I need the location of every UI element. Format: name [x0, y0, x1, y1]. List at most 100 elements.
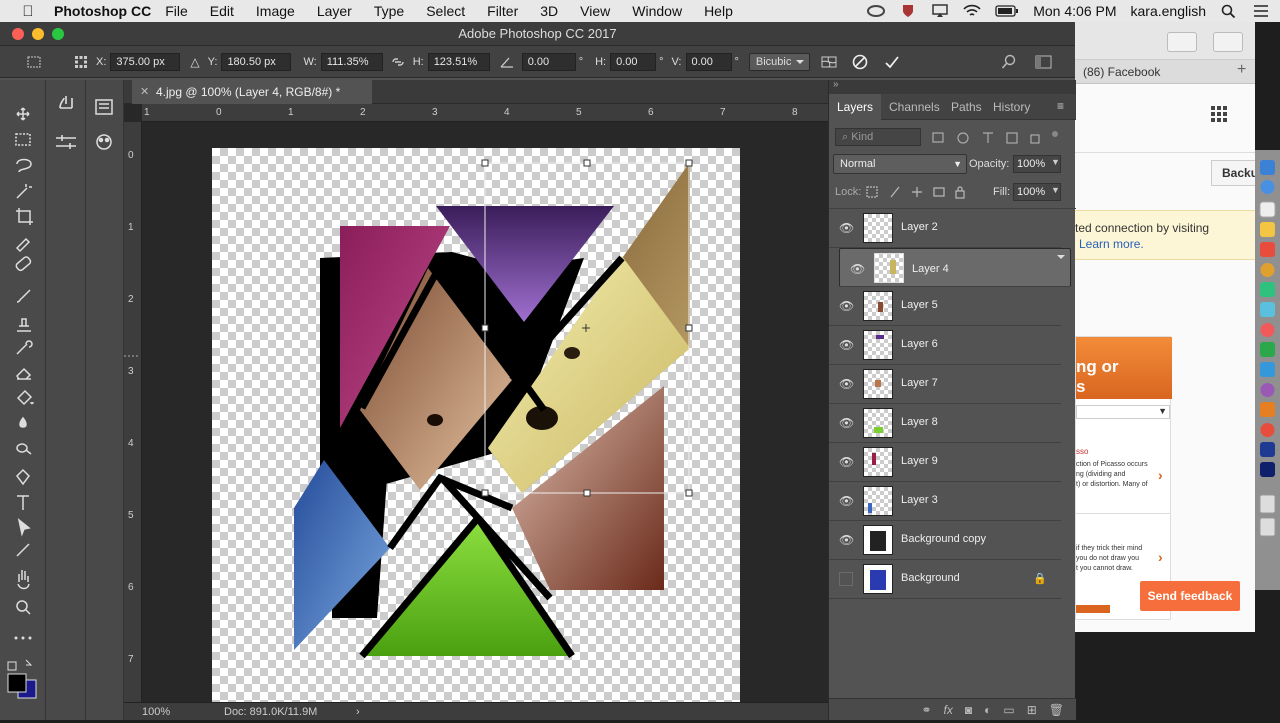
add-mask-icon[interactable]: ◙: [965, 703, 972, 717]
link-layers-icon[interactable]: ⚭: [921, 703, 931, 717]
properties-icons[interactable]: [86, 80, 124, 160]
adjustment-layer-icon[interactable]: ◐: [984, 703, 991, 717]
layer-row-layer-8[interactable]: 👁 Layer 8: [829, 404, 1061, 443]
visibility-eye-icon[interactable]: 👁: [839, 494, 855, 508]
visibility-eye-icon[interactable]: 👁: [839, 455, 855, 469]
h-skew-field[interactable]: 0.00: [610, 52, 657, 71]
tabs-button[interactable]: [1213, 32, 1243, 52]
filter-kind-select[interactable]: ⌕ Kind: [835, 128, 921, 146]
blend-mode-select[interactable]: Normal ▼: [833, 154, 967, 174]
menu-image[interactable]: Image: [256, 3, 295, 19]
collapse-icon[interactable]: »: [833, 79, 839, 90]
tool-icons[interactable]: [0, 80, 46, 720]
rotation-field[interactable]: 0.00: [521, 52, 576, 71]
new-tab-icon[interactable]: +: [1237, 61, 1246, 79]
menu-file[interactable]: File: [165, 3, 188, 19]
notification-center-icon[interactable]: [1252, 4, 1270, 18]
commit-transform-icon[interactable]: [884, 54, 900, 70]
layer-row-layer-3[interactable]: 👁 Layer 3: [829, 482, 1061, 521]
tab-channels[interactable]: Channels: [889, 94, 940, 120]
panel-collapse-bar[interactable]: »: [829, 79, 1076, 94]
menu-layer[interactable]: Layer: [317, 3, 352, 19]
browser-tab-facebook[interactable]: (86) Facebook: [1083, 65, 1160, 79]
clock[interactable]: Mon 4:06 PM: [1033, 3, 1116, 19]
filter-icons[interactable]: [929, 130, 1059, 146]
share-button[interactable]: [1167, 32, 1197, 52]
layer-row-layer-6[interactable]: 👁 Layer 6: [829, 326, 1061, 365]
lock-icon[interactable]: 🔒: [1033, 572, 1047, 585]
tab-paths[interactable]: Paths: [951, 94, 982, 120]
visibility-toggle-off[interactable]: [839, 572, 853, 586]
fill-chevron-icon[interactable]: ▼: [1051, 185, 1060, 195]
document-tab[interactable]: ✕ 4.jpg @ 100% (Layer 4, RGB/8#) *: [132, 80, 372, 104]
send-feedback-button[interactable]: Send feedback: [1140, 581, 1240, 611]
opacity-chevron-icon[interactable]: ▼: [1051, 157, 1060, 167]
canvas-area[interactable]: 1 0 1 2 3 4 5 6 7 8 0 1 2 3 4 5 6 7: [124, 104, 828, 702]
card-dropdown[interactable]: ▼: [1076, 405, 1170, 419]
tab-layers[interactable]: Layers: [829, 94, 882, 120]
menu-filter[interactable]: Filter: [487, 3, 518, 19]
layer-row-layer-9[interactable]: 👁 Layer 9: [829, 443, 1061, 482]
menu-app-name[interactable]: Photoshop CC: [54, 3, 151, 19]
backup-button[interactable]: Backu: [1211, 160, 1255, 186]
cancel-transform-icon[interactable]: [852, 54, 868, 70]
layer-row-background[interactable]: Background 🔒: [829, 560, 1061, 599]
menu-help[interactable]: Help: [704, 3, 733, 19]
menu-select[interactable]: Select: [426, 3, 465, 19]
visibility-eye-icon[interactable]: 👁: [850, 261, 866, 276]
layer-row-layer-5[interactable]: 👁 Layer 5: [829, 287, 1061, 326]
trash-icon[interactable]: 🗑: [1049, 703, 1064, 717]
layer-row-background-copy[interactable]: 👁 Background copy: [829, 521, 1061, 560]
wifi-icon[interactable]: [963, 4, 981, 18]
battery-icon[interactable]: [995, 4, 1019, 18]
user-name[interactable]: kara.english: [1131, 3, 1207, 19]
v-skew-field[interactable]: 0.00: [685, 52, 732, 71]
apple-icon[interactable]: : [14, 3, 42, 20]
visibility-eye-icon[interactable]: 👁: [839, 416, 855, 430]
apps-grid-icon[interactable]: [1211, 106, 1227, 122]
link-icon[interactable]: [391, 56, 405, 68]
spotlight-search-icon[interactable]: [1220, 4, 1238, 18]
visibility-eye-icon[interactable]: 👁: [839, 533, 855, 547]
minimize-window-button[interactable]: [32, 28, 44, 40]
tab-history[interactable]: History: [993, 94, 1030, 120]
doc-size-info[interactable]: Doc: 891.0K/11.9M: [224, 703, 317, 721]
close-tab-icon[interactable]: ✕: [140, 80, 149, 104]
delta-icon[interactable]: △: [190, 55, 199, 69]
new-layer-icon[interactable]: ⊞: [1027, 703, 1037, 717]
visibility-eye-icon[interactable]: 👁: [839, 299, 855, 313]
airplay-icon[interactable]: [931, 4, 949, 18]
visibility-eye-icon[interactable]: 👁: [839, 377, 855, 391]
workspace-icon[interactable]: [1035, 55, 1053, 69]
status-chevron-icon[interactable]: ›: [356, 703, 360, 721]
transform-bounding-box[interactable]: [124, 104, 828, 702]
visibility-eye-icon[interactable]: 👁: [839, 338, 855, 352]
close-window-button[interactable]: [12, 28, 24, 40]
card-button[interactable]: [1076, 605, 1110, 613]
panel-menu-icon[interactable]: ≡: [1057, 99, 1064, 113]
menu-3d[interactable]: 3D: [540, 3, 558, 19]
y-position-field[interactable]: 180.50 px: [221, 52, 292, 71]
width-field[interactable]: 111.35%: [320, 52, 383, 71]
lock-icons[interactable]: [865, 184, 965, 200]
learn-more-link[interactable]: Learn more.: [1079, 237, 1144, 251]
interpolation-select[interactable]: Bicubic: [748, 52, 811, 71]
folder-icon[interactable]: ▭: [1003, 703, 1014, 717]
transform-tool-icon[interactable]: [26, 55, 44, 69]
fx-icon[interactable]: fx: [944, 703, 953, 717]
menu-view[interactable]: View: [580, 3, 610, 19]
visibility-eye-icon[interactable]: 👁: [839, 221, 855, 235]
menu-edit[interactable]: Edit: [210, 3, 234, 19]
menu-window[interactable]: Window: [632, 3, 682, 19]
adjustment-icons[interactable]: [46, 80, 86, 160]
height-field[interactable]: 123.51%: [427, 52, 490, 71]
search-icon[interactable]: [1001, 54, 1017, 70]
layer-row-layer-4[interactable]: 👁 Layer 4: [839, 248, 1071, 287]
warp-mode-icon[interactable]: [820, 53, 838, 71]
layer-row-layer-2[interactable]: 👁 Layer 2: [829, 209, 1061, 248]
reference-point-icon[interactable]: [74, 55, 88, 69]
x-position-field[interactable]: 375.00 px: [110, 52, 181, 71]
chevron-right-icon-2[interactable]: ›: [1158, 549, 1163, 565]
menu-type[interactable]: Type: [374, 3, 404, 19]
zoom-level[interactable]: 100%: [142, 703, 170, 721]
